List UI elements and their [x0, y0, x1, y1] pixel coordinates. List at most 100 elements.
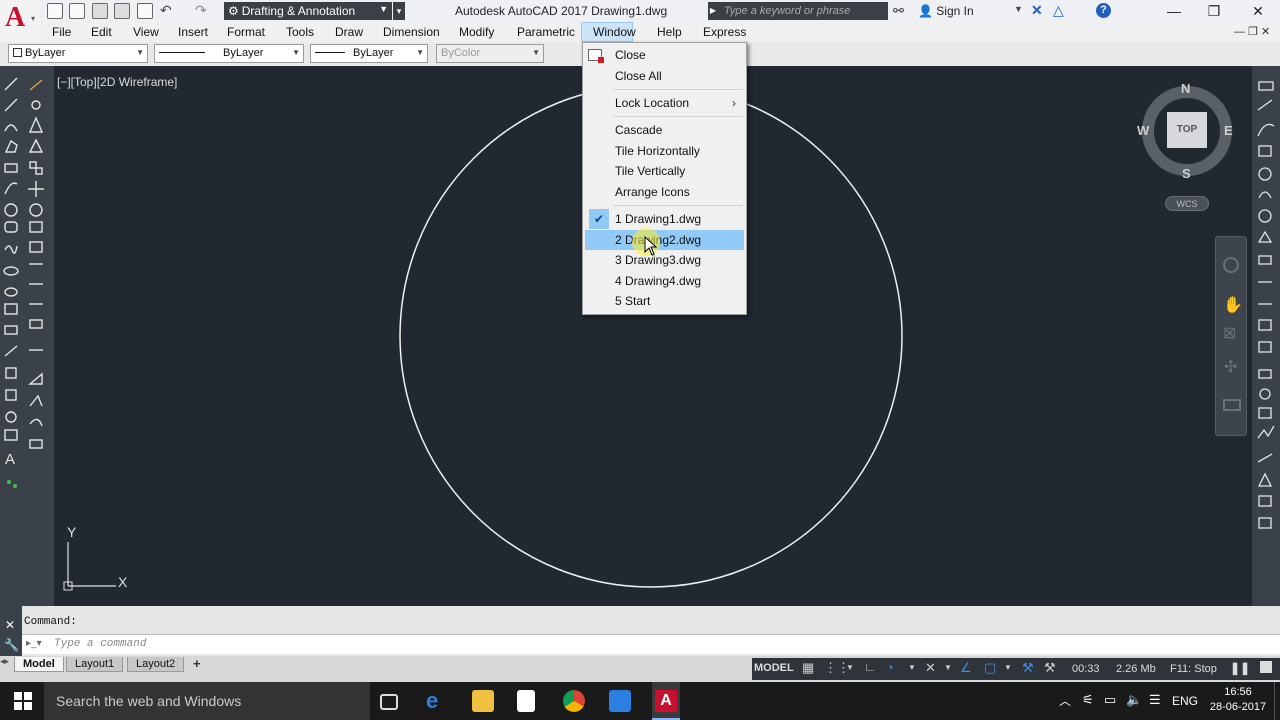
object-snap-icon[interactable]: ▢: [984, 660, 996, 676]
task-view-icon[interactable]: [380, 694, 398, 710]
compass-east[interactable]: E: [1224, 123, 1233, 138]
battery-icon[interactable]: ▭: [1104, 692, 1116, 708]
stop-icon[interactable]: [1260, 661, 1272, 673]
showmotion-icon[interactable]: [1223, 399, 1241, 411]
compass-west[interactable]: W: [1137, 123, 1149, 138]
menu-item-lock-location[interactable]: Lock Location ›: [585, 93, 744, 113]
open-folder-icon[interactable]: [69, 3, 85, 19]
close-button[interactable]: ✕: [1236, 0, 1280, 22]
compass-north[interactable]: N: [1181, 81, 1190, 96]
chevron-up-icon[interactable]: ︿: [1059, 692, 1071, 709]
save-as-icon[interactable]: [114, 3, 130, 19]
menu-tools[interactable]: Tools: [286, 25, 314, 39]
wcs-menu[interactable]: WCS: [1165, 196, 1209, 211]
show-desktop-button[interactable]: [1274, 682, 1280, 720]
close-icon[interactable]: ✕: [5, 618, 15, 632]
menu-item-drawing1[interactable]: ✔ 1 Drawing1.dwg: [585, 209, 744, 229]
menu-file[interactable]: File: [52, 25, 71, 39]
a360-icon[interactable]: △: [1053, 2, 1064, 19]
menu-modify[interactable]: Modify: [459, 25, 494, 39]
redo-icon[interactable]: ↷: [195, 2, 207, 19]
exchange-apps-icon[interactable]: ✕: [1031, 2, 1043, 19]
menu-item-tile-horizontally[interactable]: Tile Horizontally: [585, 141, 744, 161]
tab-layout1[interactable]: Layout1: [66, 657, 124, 672]
volume-icon[interactable]: 🔈: [1126, 692, 1142, 708]
menu-insert[interactable]: Insert: [178, 25, 208, 39]
ortho-icon[interactable]: ∟: [864, 660, 876, 674]
chevron-down-icon[interactable]: ▼: [944, 663, 952, 672]
add-layout-icon[interactable]: +: [193, 656, 201, 671]
menu-item-close[interactable]: Close: [585, 45, 744, 65]
menu-item-arrange-icons[interactable]: Arrange Icons: [585, 182, 744, 202]
viewport-controls-label[interactable]: [−][Top][2D Wireframe]: [57, 75, 177, 89]
isodraft-icon[interactable]: ✕: [925, 660, 936, 676]
pan-hand-icon[interactable]: ✋: [1223, 295, 1243, 315]
menu-item-cascade[interactable]: Cascade: [585, 120, 744, 140]
undo-icon[interactable]: ↶: [160, 2, 172, 19]
print-icon[interactable]: [137, 3, 153, 19]
menu-help[interactable]: Help: [657, 25, 682, 39]
menu-draw[interactable]: Draw: [335, 25, 363, 39]
grid-icon[interactable]: ▦: [802, 660, 814, 676]
viewcube-top-face[interactable]: TOP: [1167, 112, 1207, 148]
command-line-grip[interactable]: ✕ 🔧: [0, 606, 22, 656]
menu-view[interactable]: View: [133, 25, 159, 39]
network-icon[interactable]: ⚟: [1082, 692, 1094, 708]
zoom-icon[interactable]: ⊠: [1223, 323, 1236, 343]
menu-item-close-all[interactable]: Close All: [585, 66, 744, 86]
menu-express[interactable]: Express: [703, 25, 746, 39]
file-explorer-icon[interactable]: [472, 690, 494, 712]
menu-item-drawing2[interactable]: 2 Drawing2.dwg: [585, 230, 744, 250]
chevron-right-icon[interactable]: ▶: [708, 2, 718, 20]
edge-browser-icon[interactable]: e: [426, 690, 448, 712]
tab-model[interactable]: Model: [14, 657, 64, 672]
chevron-down-icon[interactable]: ▼: [908, 663, 916, 672]
application-menu-button[interactable]: A ▾: [0, 0, 40, 42]
screen-capture-icon[interactable]: [609, 690, 631, 712]
menu-item-tile-vertically[interactable]: Tile Vertically: [585, 161, 744, 181]
input-language[interactable]: ENG: [1172, 694, 1198, 708]
menu-item-drawing4[interactable]: 4 Drawing4.dwg: [585, 271, 744, 291]
save-icon[interactable]: [92, 3, 108, 19]
annotation-scale-icon[interactable]: ⚒: [1022, 660, 1034, 676]
pause-icon[interactable]: ❚❚: [1230, 661, 1250, 675]
workspace-switcher[interactable]: ⚙ Drafting & Annotation ▼: [224, 2, 392, 20]
polar-tracking-icon[interactable]: ◔: [886, 660, 894, 675]
store-icon[interactable]: [517, 690, 535, 712]
menu-item-start[interactable]: 5 Start: [585, 291, 744, 311]
compass-south[interactable]: S: [1182, 166, 1191, 181]
binoculars-icon[interactable]: ⚯: [893, 3, 904, 19]
doc-window-controls[interactable]: — ❐ ✕: [1234, 25, 1270, 38]
lineweight-combo[interactable]: ByLayer ▼: [310, 44, 428, 63]
help-search-input[interactable]: Type a keyword or phrase: [718, 2, 888, 20]
model-space-toggle[interactable]: MODEL: [754, 662, 794, 674]
orbit-icon[interactable]: ✣: [1224, 357, 1237, 377]
menu-item-drawing3[interactable]: 3 Drawing3.dwg: [585, 250, 744, 270]
action-center-icon[interactable]: ☰: [1149, 692, 1161, 708]
new-file-icon[interactable]: [47, 3, 63, 19]
maximize-button[interactable]: ❐: [1192, 0, 1236, 22]
taskbar-clock[interactable]: 16:56 28-06-2017: [1206, 685, 1270, 715]
chevron-down-icon[interactable]: ▼: [1004, 663, 1012, 672]
minimize-button[interactable]: —: [1152, 0, 1196, 22]
command-input[interactable]: Type a command: [22, 634, 1280, 654]
steering-wheel-icon[interactable]: [1223, 257, 1239, 273]
start-button[interactable]: [0, 682, 46, 720]
tab-scroll-icon[interactable]: ◂▸: [0, 656, 10, 670]
annotation-visibility-icon[interactable]: ⚒: [1044, 660, 1056, 676]
chevron-down-icon[interactable]: ▼: [1014, 4, 1023, 14]
recording-stop-label[interactable]: F11: Stop: [1170, 663, 1217, 675]
tab-layout2[interactable]: Layout2: [127, 657, 185, 672]
linetype-combo[interactable]: ByLayer ▼: [154, 44, 304, 63]
chevron-down-icon[interactable]: ▼: [846, 663, 854, 672]
quick-access-customize-button[interactable]: ▾: [393, 2, 405, 20]
menu-edit[interactable]: Edit: [91, 25, 112, 39]
command-prompt-icon[interactable]: ▸_▾: [26, 638, 42, 649]
menu-window[interactable]: Window: [593, 25, 636, 39]
chrome-icon[interactable]: [563, 690, 585, 712]
sign-in-button[interactable]: 👤 Sign In: [918, 4, 974, 18]
wrench-icon[interactable]: 🔧: [4, 638, 19, 652]
taskbar-search-box[interactable]: Search the web and Windows: [44, 682, 370, 720]
object-snap-tracking-icon[interactable]: ∠: [960, 660, 972, 676]
help-icon[interactable]: ?: [1096, 3, 1111, 18]
